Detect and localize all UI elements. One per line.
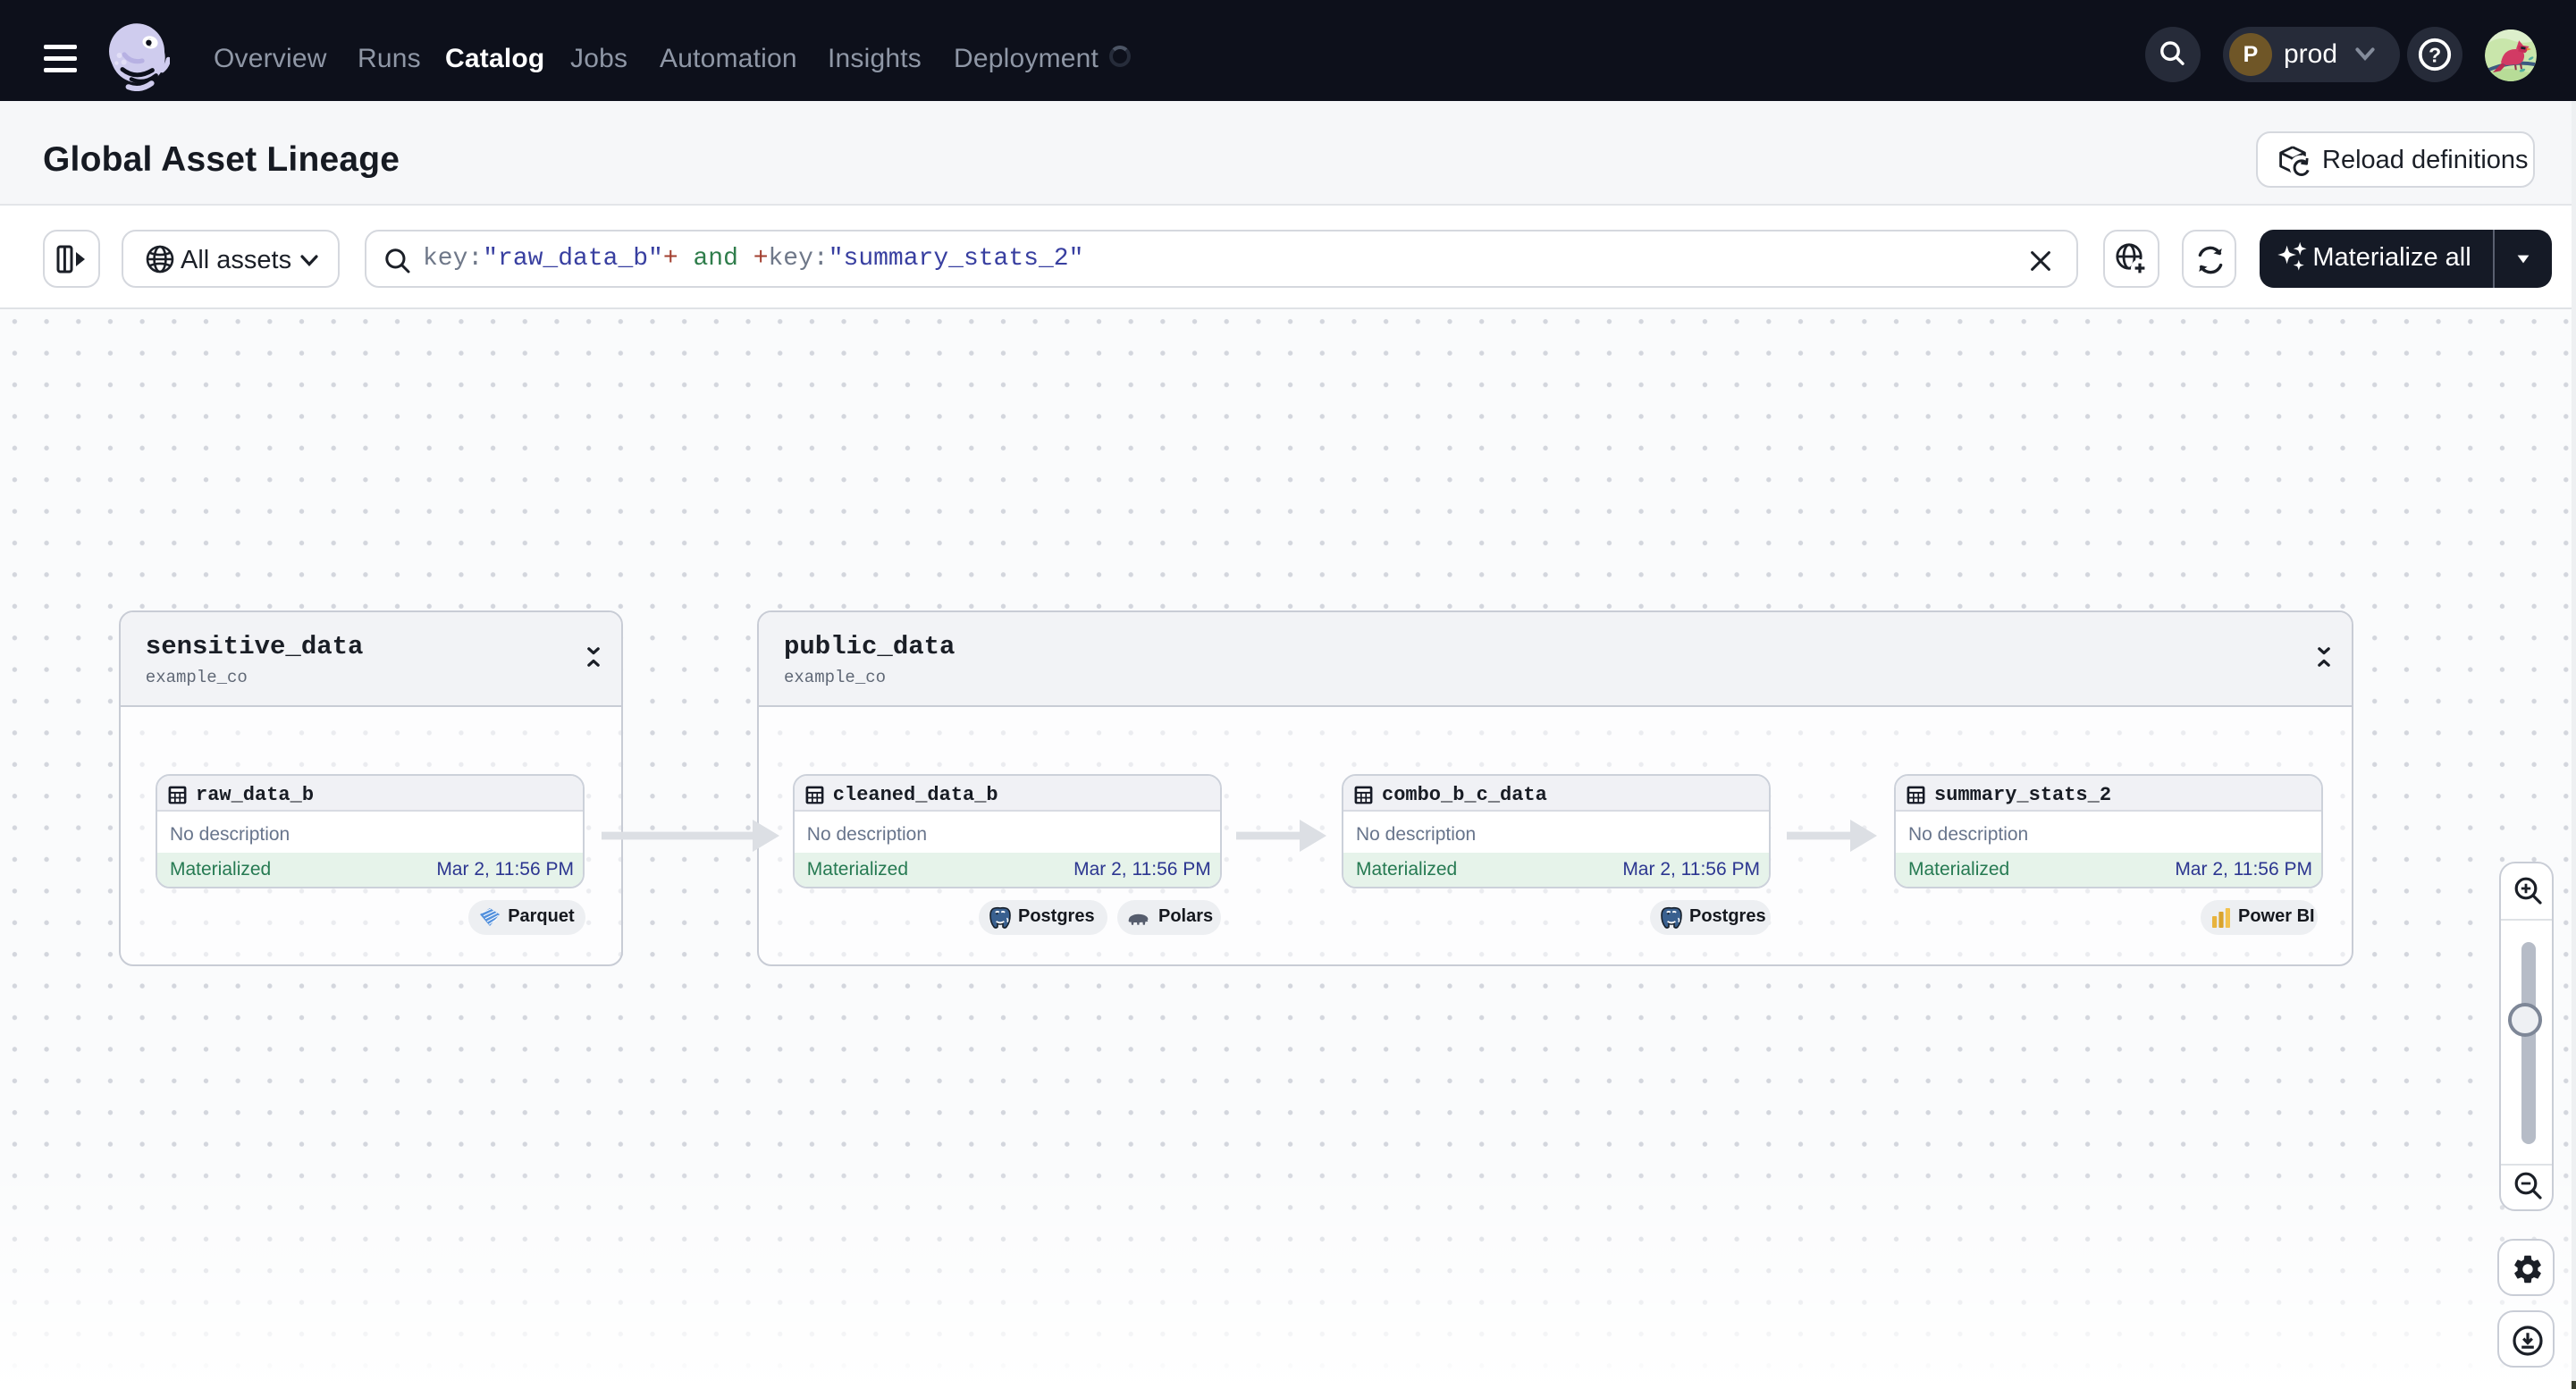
svg-text:?: ? (2429, 44, 2441, 67)
